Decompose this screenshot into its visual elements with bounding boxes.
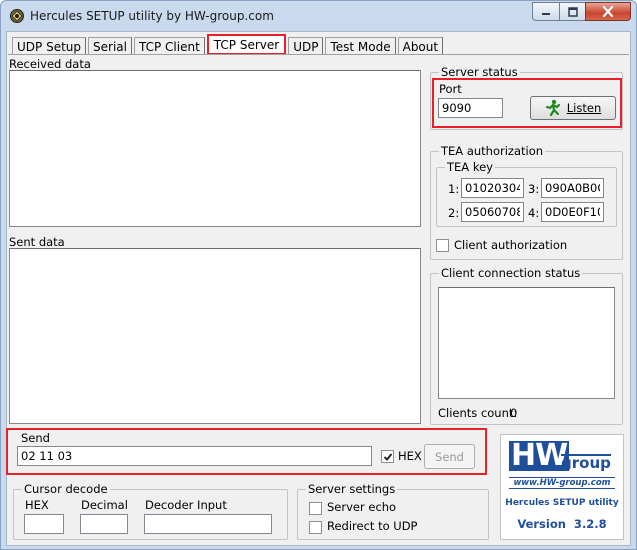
hercules-app-icon — [10, 9, 24, 23]
clients-count-value: 0 — [510, 406, 518, 420]
port-label: Port — [439, 82, 462, 96]
client-authorization-checkbox[interactable] — [436, 239, 449, 252]
tab-udp[interactable]: UDP — [288, 37, 324, 55]
hw-group-url: www.HW-group.com — [509, 477, 615, 489]
tab-tcp-client[interactable]: TCP Client — [133, 37, 205, 55]
running-man-icon — [545, 99, 560, 117]
cursor-hex-label: HEX — [25, 498, 49, 512]
cursor-hex-input[interactable] — [24, 514, 64, 534]
tea-authorization-legend: TEA authorization — [439, 144, 546, 158]
hex-checkbox[interactable] — [381, 450, 394, 463]
received-data-area[interactable] — [9, 70, 421, 227]
server-settings-legend: Server settings — [306, 482, 398, 496]
listen-label: Listen — [566, 101, 602, 115]
redirect-to-udp-checkbox[interactable] — [309, 521, 322, 534]
group-mark: group — [561, 454, 611, 472]
tab-test-mode[interactable]: Test Mode — [325, 37, 396, 55]
tab-udp-setup[interactable]: UDP Setup — [12, 37, 87, 55]
tea-key-legend: TEA key — [445, 160, 495, 174]
client-connection-status-legend: Client connection status — [439, 266, 583, 280]
redirect-to-udp-label: Redirect to UDP — [327, 519, 418, 533]
tab-about[interactable]: About — [397, 37, 444, 55]
close-icon — [602, 6, 614, 17]
tea-key-4-label: 4: — [528, 206, 540, 220]
sent-data-label: Sent data — [9, 235, 65, 249]
title-bar[interactable]: Hercules SETUP utility by HW-group.com — [1, 1, 636, 31]
sent-data-area[interactable] — [9, 248, 421, 424]
listen-button[interactable]: Listen — [530, 96, 616, 120]
tab-tcp-server[interactable]: TCP Server — [206, 34, 287, 55]
checkmark-icon — [383, 452, 392, 461]
client-connection-list[interactable] — [438, 287, 615, 399]
minimize-icon — [542, 12, 550, 15]
client-authorization-label: Client authorization — [454, 238, 568, 252]
maximize-icon — [567, 6, 578, 17]
tea-key-1-input[interactable] — [461, 178, 524, 198]
tab-serial[interactable]: Serial — [88, 37, 132, 55]
minimize-button[interactable] — [532, 2, 559, 21]
client-area: UDP Setup Serial TCP Client TCP Server U… — [6, 31, 631, 546]
tea-key-2-label: 2: — [448, 206, 460, 220]
window-title: Hercules SETUP utility by HW-group.com — [30, 9, 274, 23]
cursor-decode-legend: Cursor decode — [22, 482, 110, 496]
cursor-decimal-input[interactable] — [80, 514, 128, 534]
close-button[interactable] — [585, 2, 631, 21]
version-label: Version 3.2.8 — [517, 517, 607, 531]
hex-label: HEX — [398, 449, 422, 463]
received-data-label: Received data — [9, 57, 91, 71]
hw-group-logo: HW group www.HW-group.com Hercules SETUP… — [500, 434, 624, 540]
decoder-input-label: Decoder Input — [145, 498, 227, 512]
server-status-legend: Server status — [439, 65, 520, 79]
tab-bar: UDP Setup Serial TCP Client TCP Server U… — [12, 34, 445, 55]
clients-count-label: Clients count: — [438, 406, 518, 420]
tea-key-4-input[interactable] — [541, 202, 604, 222]
tea-key-1-label: 1: — [448, 182, 460, 196]
tea-key-3-input[interactable] — [541, 178, 604, 198]
tea-key-2-input[interactable] — [461, 202, 524, 222]
port-input[interactable] — [438, 98, 503, 118]
decoder-input-field[interactable] — [144, 514, 272, 534]
send-input[interactable] — [17, 446, 372, 466]
app-window: Hercules SETUP utility by HW-group.com U… — [0, 0, 637, 550]
send-button[interactable]: Send — [424, 444, 475, 469]
server-echo-label: Server echo — [327, 500, 397, 514]
send-legend: Send — [21, 431, 50, 445]
hw-group-wordmark: HW group — [509, 441, 615, 473]
server-echo-checkbox[interactable] — [309, 502, 322, 515]
product-name: Hercules SETUP utility — [505, 498, 619, 508]
maximize-button[interactable] — [559, 2, 585, 21]
cursor-decimal-label: Decimal — [81, 498, 128, 512]
tea-key-3-label: 3: — [528, 182, 540, 196]
